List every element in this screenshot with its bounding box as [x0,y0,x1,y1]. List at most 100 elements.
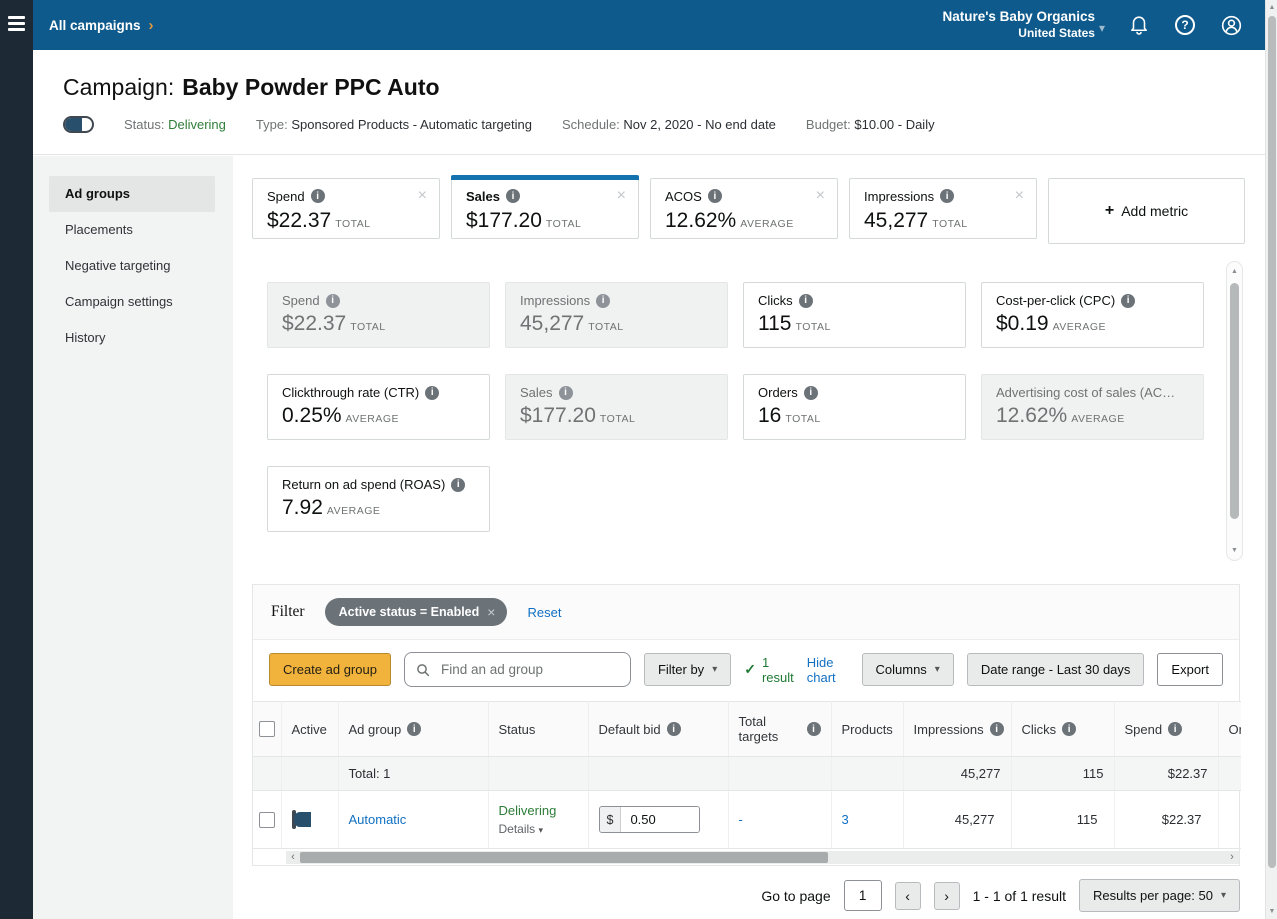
reset-filters-link[interactable]: Reset [527,605,561,620]
info-icon[interactable]: i [451,478,465,492]
column-header-status: Status [488,702,588,757]
scroll-up-icon[interactable]: ▲ [1227,268,1242,275]
filter-bar: Filter Active status = Enabled × Reset [253,585,1239,640]
total-clicks: 115 [1011,757,1114,791]
scroll-down-icon[interactable]: ▼ [1227,547,1242,554]
info-icon[interactable]: i [940,189,954,203]
metric-suffix: TOTAL [932,218,967,230]
ad-groups-panel: Filter Active status = Enabled × Reset C… [252,584,1240,866]
close-icon[interactable]: × [418,188,427,204]
row-checkbox[interactable] [259,812,275,828]
info-icon[interactable]: i [506,189,520,203]
metrics-vertical-scrollbar[interactable]: ▲ ▼ [1226,261,1243,561]
close-icon[interactable]: × [816,188,825,204]
select-all-checkbox[interactable] [259,721,275,737]
metric-card-cpc[interactable]: Cost-per-click (CPC)i $0.19AVERAGE [981,282,1204,348]
scroll-left-icon[interactable]: ‹ [286,851,300,864]
page-vertical-scrollbar[interactable]: ▲ ▼ [1265,0,1277,919]
metric-tab-impressions[interactable]: Impressions i × 45,277TOTAL [849,178,1037,239]
info-icon[interactable]: i [1168,722,1182,736]
info-icon[interactable]: i [990,722,1004,736]
hide-chart-link[interactable]: Hide chart [807,655,849,685]
info-icon[interactable]: i [807,722,821,736]
info-icon[interactable]: i [407,722,421,736]
column-header-products: Products [831,702,903,757]
filter-by-button[interactable]: Filter by ▾ [644,653,731,686]
filter-label: Filter [271,603,305,621]
hamburger-menu-icon[interactable] [8,16,25,31]
budget-value: $10.00 - Daily [854,117,934,132]
metric-card-roas[interactable]: Return on ad spend (ROAS)i 7.92AVERAGE [267,466,490,532]
metric-card-ctr[interactable]: Clickthrough rate (CTR)i 0.25%AVERAGE [267,374,490,440]
sidebar-item-ad-groups[interactable]: Ad groups [49,176,215,212]
table-horizontal-scrollbar[interactable]: ‹ › [286,851,1239,864]
total-targets-link[interactable]: - [739,812,743,827]
sidebar-item-placements[interactable]: Placements [49,212,215,248]
previous-page-button[interactable]: ‹ [895,882,921,910]
scrollbar-thumb[interactable] [1268,16,1276,868]
help-icon[interactable]: ? [1173,13,1197,37]
info-icon[interactable]: i [425,386,439,400]
search-input[interactable] [439,661,620,678]
close-icon[interactable]: × [617,188,626,204]
table-total-row: Total: 1 45,277 115 $22.37 [253,757,1241,791]
scroll-down-icon[interactable]: ▼ [1266,908,1277,915]
metric-tab-sales[interactable]: Sales i × $177.20TOTAL [451,178,639,239]
info-icon[interactable]: i [326,294,340,308]
results-per-page-button[interactable]: Results per page: 50 ▾ [1079,879,1240,912]
chevron-down-icon: ▾ [935,664,940,675]
ad-group-link[interactable]: Automatic [349,812,407,827]
info-icon[interactable]: i [799,294,813,308]
info-icon[interactable]: i [1062,722,1076,736]
info-icon[interactable]: i [596,294,610,308]
metric-suffix: AVERAGE [1071,413,1125,425]
metric-value: 12.62% [665,209,736,232]
info-icon[interactable]: i [559,386,573,400]
breadcrumb-all-campaigns[interactable]: All campaigns [49,18,141,33]
date-range-button[interactable]: Date range - Last 30 days [967,653,1145,686]
products-link[interactable]: 3 [842,812,849,827]
columns-button[interactable]: Columns ▾ [862,653,954,686]
metric-tab-acos[interactable]: ACOS i × 12.62%AVERAGE [650,178,838,239]
campaign-budget: Budget: $10.00 - Daily [806,117,935,132]
status-details-toggle[interactable]: Details ▾ [499,822,578,836]
sidebar-item-history[interactable]: History [49,320,215,356]
create-ad-group-button[interactable]: Create ad group [269,653,391,686]
close-icon[interactable]: × [1015,188,1024,204]
scrollbar-thumb[interactable] [1230,283,1239,519]
metric-tab-spend[interactable]: Spend i × $22.37TOTAL [252,178,440,239]
bid-value-input[interactable] [621,807,699,832]
info-icon[interactable]: i [667,722,681,736]
metric-card-orders[interactable]: Ordersi 16TOTAL [743,374,966,440]
scroll-right-icon[interactable]: › [1225,851,1239,864]
default-bid-input[interactable]: $ [599,806,701,833]
row-clicks: 115 [1011,791,1114,849]
account-profile-icon[interactable] [1219,13,1243,37]
scrollbar-thumb[interactable] [300,852,828,863]
remove-filter-icon[interactable]: × [487,604,495,620]
metric-suffix: TOTAL [785,413,820,425]
scroll-up-icon[interactable]: ▲ [1266,4,1277,11]
campaign-active-toggle[interactable] [63,116,94,133]
filter-chip-active-status[interactable]: Active status = Enabled × [325,598,508,626]
ad-group-active-toggle[interactable] [292,810,296,829]
metric-tabs: Spend i × $22.37TOTAL Sales i × $177.20T… [252,178,1245,244]
add-metric-button[interactable]: + Add metric [1048,178,1245,244]
info-icon[interactable]: i [311,189,325,203]
sidebar-item-negative-targeting[interactable]: Negative targeting [49,248,215,284]
metric-suffix: TOTAL [795,321,830,333]
info-icon[interactable]: i [708,189,722,203]
sidebar-item-campaign-settings[interactable]: Campaign settings [49,284,215,320]
info-icon[interactable]: i [1121,294,1135,308]
export-button[interactable]: Export [1157,653,1223,686]
notifications-bell-icon[interactable] [1127,13,1151,37]
info-icon[interactable]: i [804,386,818,400]
campaign-schedule: Schedule: Nov 2, 2020 - No end date [562,117,776,132]
account-switcher[interactable]: Nature's Baby Organics United States ▾ [942,9,1105,41]
ad-group-search[interactable] [404,652,631,687]
metric-card-clicks[interactable]: Clicksi 115TOTAL [743,282,966,348]
go-to-page-label: Go to page [761,888,830,904]
page-input[interactable] [844,880,882,911]
next-page-button[interactable]: › [934,882,960,910]
page-title-prefix: Campaign: [63,74,174,100]
